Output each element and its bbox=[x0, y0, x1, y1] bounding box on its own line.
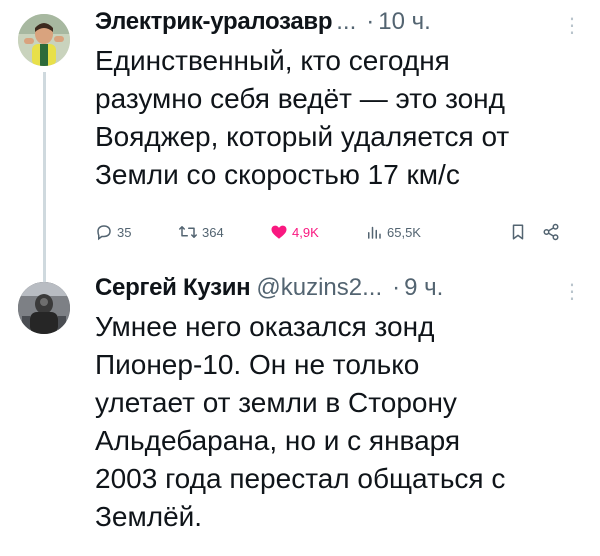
tweet-text-line: 2003 года перестал общаться с bbox=[95, 463, 506, 494]
retweet-count: 364 bbox=[202, 224, 224, 240]
tweet-text-line: Пионер-10. Он не только bbox=[95, 349, 420, 380]
retweet-icon bbox=[179, 226, 197, 238]
author-name[interactable]: Электрик-уралозавр bbox=[95, 8, 333, 36]
avatar-image bbox=[18, 282, 70, 334]
author-name[interactable]: Сергей Кузин bbox=[95, 274, 251, 302]
tweet-text-line: Вояджер, который удаляется от bbox=[95, 121, 510, 152]
tweet-1[interactable]: Электрик-уралозавр ... · 10 ч. ⋮ Единств… bbox=[0, 0, 600, 282]
action-bar: 35 364 4,9K 65,5K bbox=[95, 220, 575, 244]
tweet-text-line: Умнее него оказался зонд bbox=[95, 311, 435, 342]
share-button[interactable] bbox=[542, 220, 564, 244]
timestamp[interactable]: 10 ч. bbox=[378, 8, 431, 36]
views-icon bbox=[368, 226, 381, 239]
tweet-header: Электрик-уралозавр ... · 10 ч. ⋮ bbox=[95, 8, 586, 42]
views-count: 65,5K bbox=[387, 224, 421, 240]
retweet-button[interactable]: 364 bbox=[178, 220, 224, 244]
tweet-text-line: Земли со скоростью 17 км/с bbox=[95, 159, 460, 190]
tweet-text-line: Альдебарана, но и с января bbox=[95, 425, 461, 456]
share-icon bbox=[543, 223, 559, 241]
avatar[interactable] bbox=[18, 282, 70, 334]
like-icon bbox=[271, 225, 287, 239]
bookmark-icon bbox=[512, 224, 524, 240]
reply-icon bbox=[97, 225, 111, 241]
reply-count: 35 bbox=[117, 224, 132, 240]
tweet-body: Электрик-уралозавр ... · 10 ч. ⋮ Единств… bbox=[95, 8, 586, 194]
avatar[interactable] bbox=[18, 14, 70, 66]
tweet-2[interactable]: Сергей Кузин @kuzins2... · 9 ч. ⋮ Умнее … bbox=[0, 264, 600, 556]
reply-button[interactable]: 35 bbox=[95, 220, 131, 244]
tweet-body: Сергей Кузин @kuzins2... · 9 ч. ⋮ Умнее … bbox=[95, 274, 586, 536]
like-button[interactable]: 4,9K bbox=[270, 220, 319, 244]
more-icon[interactable]: ⋮ bbox=[562, 16, 582, 36]
separator-dot: · bbox=[366, 8, 375, 35]
tweet-header: Сергей Кузин @kuzins2... · 9 ч. ⋮ bbox=[95, 274, 586, 308]
tweet-text-line: улетает от земли в Сторону bbox=[95, 387, 457, 418]
tweet-text-line: Единственный, кто сегодня bbox=[95, 45, 450, 76]
thread-line bbox=[43, 72, 46, 282]
tweet-text: Умнее него оказался зонд Пионер-10. Он н… bbox=[95, 308, 586, 536]
name-ellipsis: ... bbox=[336, 8, 357, 35]
bookmark-button[interactable] bbox=[509, 220, 531, 244]
avatar-image bbox=[18, 14, 70, 66]
more-icon[interactable]: ⋮ bbox=[562, 282, 582, 302]
tweet-text: Единственный, кто сегодня разумно себя в… bbox=[95, 42, 586, 194]
separator-dot: · bbox=[392, 274, 401, 301]
tweet-text-line: разумно себя ведёт — это зонд bbox=[95, 83, 505, 114]
views-button[interactable]: 65,5K bbox=[365, 220, 421, 244]
timestamp[interactable]: 9 ч. bbox=[404, 274, 443, 302]
tweet-text-line: Землёй. bbox=[95, 501, 203, 532]
like-count: 4,9K bbox=[292, 224, 319, 240]
author-handle[interactable]: @kuzins2... bbox=[256, 274, 382, 302]
